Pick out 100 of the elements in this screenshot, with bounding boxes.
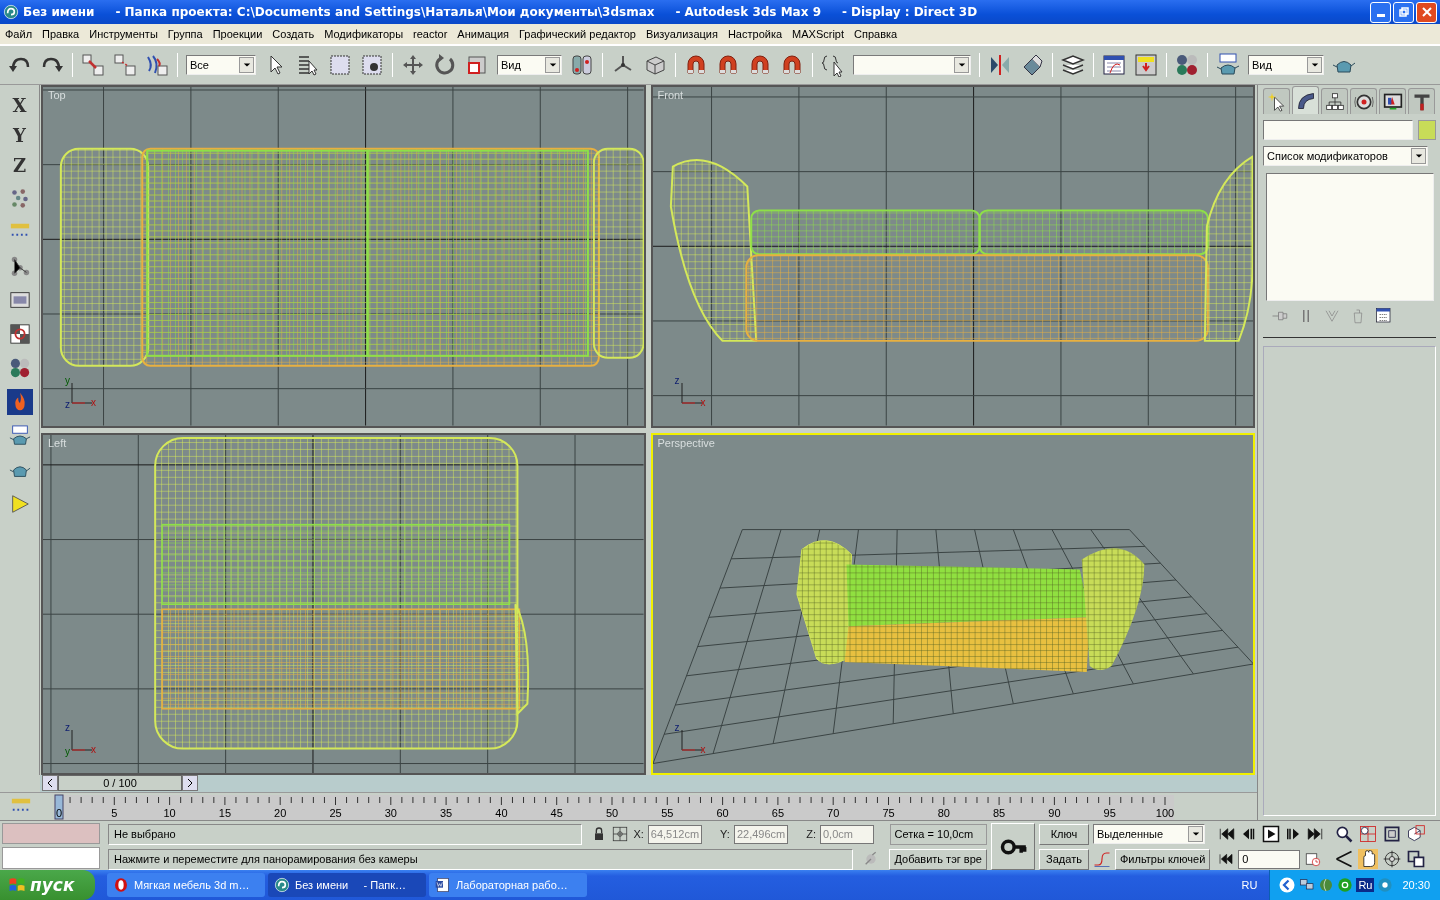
time-configuration-icon[interactable] [1304, 850, 1323, 868]
reference-coordinate-dropdown[interactable]: Вид [497, 55, 562, 75]
eye-icon[interactable] [1377, 877, 1394, 893]
menu-item[interactable]: Файл [0, 28, 38, 40]
language-indicator[interactable]: RU [1241, 879, 1258, 891]
add-time-tag-button[interactable]: Добавить тэг вре [889, 848, 987, 870]
coordinate-label: Z: [806, 828, 816, 840]
panel-tab[interactable] [1408, 88, 1435, 114]
move-arrows-icon[interactable] [401, 53, 425, 77]
set-key-button[interactable]: Задать [1039, 848, 1089, 870]
magnet-icon[interactable] [684, 53, 708, 77]
orbit-icon[interactable] [1382, 849, 1403, 869]
network-icon[interactable] [1299, 877, 1316, 893]
panel-tab[interactable] [1263, 88, 1290, 114]
color-swatch[interactable] [1418, 120, 1436, 140]
flame-icon[interactable] [6, 389, 33, 415]
at-sign-icon[interactable] [1337, 877, 1354, 893]
axis-constraint-button[interactable]: X [12, 95, 27, 117]
braces-cursor-icon[interactable] [821, 53, 845, 77]
menu-item[interactable]: Модификаторы [319, 28, 409, 40]
taskbar-button[interactable]: Мягкая мебель 3d m… [107, 873, 265, 897]
curve-icon[interactable] [1093, 850, 1111, 868]
axis-label: z [65, 723, 70, 733]
panel-tab[interactable] [1292, 86, 1319, 114]
dropdown-caret-icon [547, 61, 558, 69]
ruler-label: 25 [329, 806, 342, 819]
teapot-window-icon[interactable] [1216, 53, 1240, 77]
menu-item[interactable]: Графический редактор [514, 28, 641, 40]
keyboard-layout-indicator[interactable]: Ru [1356, 878, 1375, 892]
go-to-start-icon[interactable] [1218, 825, 1237, 843]
close-button[interactable] [1416, 1, 1437, 23]
unlink-icon[interactable] [113, 53, 137, 77]
viewport[interactable]: Front z x [650, 85, 1255, 428]
key-mode-button[interactable]: Ключ [1039, 823, 1089, 845]
cylinders-icon[interactable] [570, 53, 594, 77]
menu-item[interactable]: Визуализация [640, 28, 723, 40]
layers-icon[interactable] [1061, 53, 1085, 77]
current-frame-marker[interactable] [54, 794, 64, 819]
menu-item[interactable]: Правка [37, 28, 85, 40]
panel-tab[interactable] [1379, 88, 1406, 114]
mirror-icon[interactable] [988, 53, 1012, 77]
curve-editor-icon[interactable] [1102, 53, 1126, 77]
axis-constraint-button[interactable]: Y [13, 125, 26, 147]
dashed-square-icon[interactable] [328, 53, 352, 77]
previous-frame-button[interactable] [42, 775, 58, 791]
list-config-icon[interactable] [1375, 307, 1393, 325]
taskbar-button[interactable]: Лабораторная рабо… [429, 873, 587, 897]
menu-item[interactable]: Группа [162, 28, 208, 40]
next-frame-button[interactable] [182, 775, 198, 791]
spheres-icon[interactable] [1175, 53, 1199, 77]
key-filters-button[interactable]: Фильтры ключей [1115, 848, 1211, 870]
magnet-icon[interactable] [780, 53, 804, 77]
listener-field[interactable] [2, 823, 100, 844]
menu-item[interactable]: Анимация [452, 28, 514, 40]
hand-icon[interactable] [1358, 849, 1379, 869]
selection-filter-dropdown[interactable]: Все [186, 55, 256, 75]
viewport[interactable]: Top y z x [41, 85, 646, 428]
axis-constraint-button[interactable]: Z [12, 155, 27, 177]
minimize-button[interactable] [1370, 1, 1391, 23]
list-cursor-icon[interactable] [296, 53, 320, 77]
named-selection-dropdown[interactable] [853, 55, 971, 75]
play-icon[interactable] [1262, 825, 1281, 843]
zoom-extents-all-icon[interactable] [1406, 824, 1427, 844]
zoom-all-icon[interactable] [1358, 824, 1379, 844]
start-button[interactable]: пуск [0, 870, 95, 900]
viewport[interactable]: Left z y x [41, 432, 646, 775]
rotate-icon[interactable] [433, 53, 457, 77]
key-filter-dropdown[interactable]: Выделенные [1093, 824, 1205, 844]
magnet-icon[interactable] [716, 53, 740, 77]
render-type-dropdown[interactable]: Вид [1248, 55, 1324, 75]
taskbar-button[interactable]: Без имени - Папк… [268, 873, 426, 897]
scale-square-icon[interactable] [465, 53, 489, 77]
squiggle-link-icon[interactable] [145, 53, 169, 77]
maximize-viewport-icon[interactable] [1406, 849, 1427, 869]
restore-button[interactable] [1393, 1, 1414, 23]
menu-item[interactable]: reactor [408, 28, 453, 40]
zoom-extents-icon[interactable] [1382, 824, 1403, 844]
menu-item[interactable]: Настройка [722, 28, 788, 40]
link-icon[interactable] [81, 53, 105, 77]
chevron-icon[interactable] [1278, 876, 1297, 894]
menu-item[interactable]: Проекции [207, 28, 268, 40]
modifier-list-dropdown[interactable]: Список модификаторов [1263, 146, 1428, 166]
menu-item[interactable]: Инструменты [84, 28, 163, 40]
go-to-end-icon[interactable] [1306, 825, 1325, 843]
menu-item[interactable]: Создать [267, 28, 320, 40]
magnet-icon[interactable] [748, 53, 772, 77]
time-slider-thumb[interactable]: 0 / 100 [58, 775, 182, 791]
panel-tab[interactable] [1350, 88, 1377, 114]
current-frame-field[interactable]: 0 [1238, 849, 1301, 869]
key-button[interactable] [991, 823, 1035, 870]
object-name-field[interactable] [1263, 120, 1413, 140]
absolute-mode-icon[interactable] [611, 825, 630, 843]
viewport[interactable]: Perspective z x [650, 432, 1255, 775]
menu-item[interactable]: MAXScript [787, 28, 850, 40]
zoom-icon[interactable] [1334, 824, 1355, 844]
listener-input[interactable] [2, 847, 100, 869]
app-logo-icon [3, 4, 19, 20]
panel-tab[interactable] [1321, 88, 1348, 114]
key-mode-toggle-icon[interactable] [1218, 851, 1235, 867]
menu-item[interactable]: Справка [849, 28, 903, 40]
